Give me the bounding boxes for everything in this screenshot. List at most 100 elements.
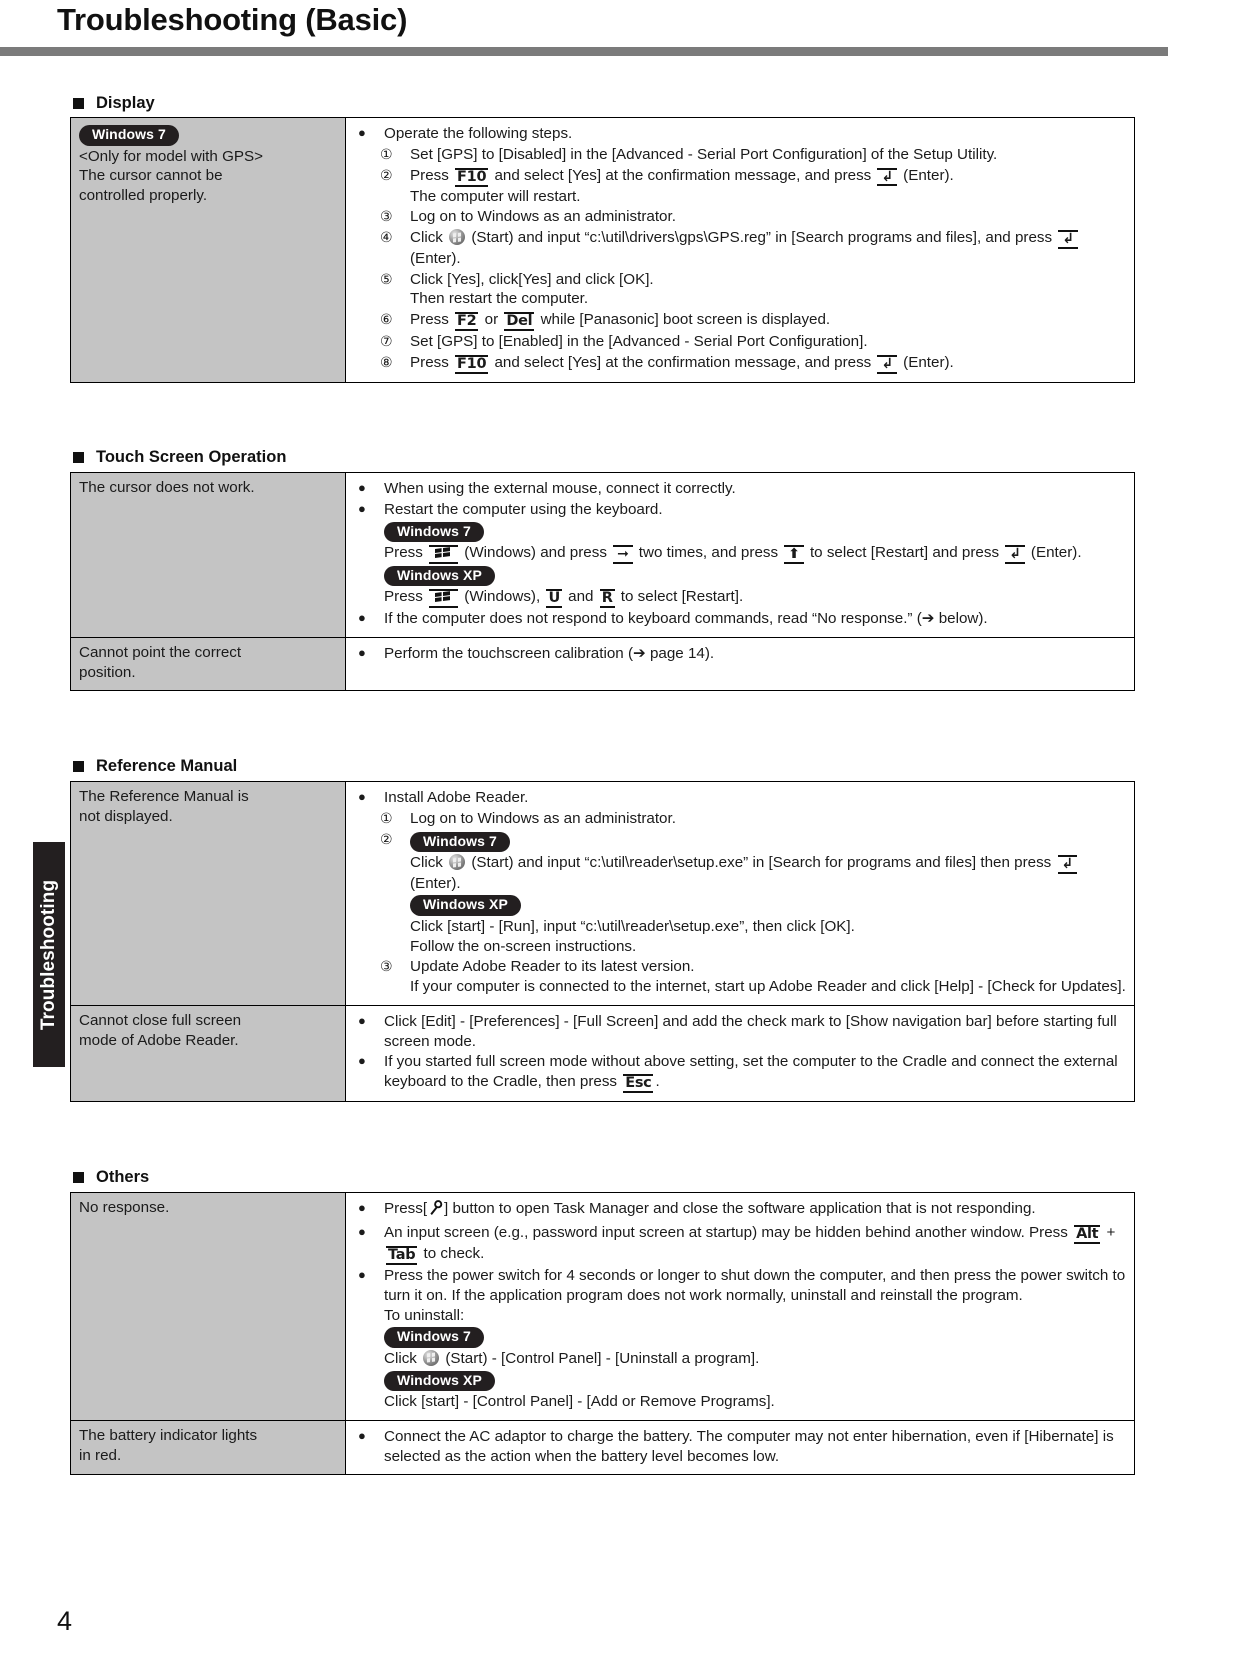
answer-text: If you started full screen mode without …: [384, 1052, 1126, 1094]
answer-text: Press the power switch for 4 seconds or …: [384, 1267, 1126, 1411]
os-badge-win7: Windows 7: [384, 1327, 484, 1348]
key-enter: ↲: [1005, 545, 1025, 564]
step-number: ⑧: [380, 354, 393, 371]
title-rule: [0, 47, 1168, 56]
os-badge-winxp: Windows XP: [384, 1370, 495, 1392]
question-cell: The cursor does not work.: [70, 471, 346, 639]
step-text: Press F10 and select [Yes] at the confir…: [410, 353, 1126, 375]
section-heading-touch-screen-operation: Touch Screen Operation: [73, 448, 286, 467]
step-number: ②: [380, 830, 393, 847]
bullet-icon: [354, 609, 384, 628]
bullet-icon: [354, 479, 384, 498]
key-f2: F2: [455, 312, 479, 332]
step-number: ③: [380, 208, 393, 225]
bullet-square-icon: [73, 761, 84, 772]
table-row: Windows 7 <Only for model with GPS> The …: [70, 116, 1135, 384]
answer-cell: Operate the following steps. ① Set [GPS]…: [345, 116, 1135, 384]
question-line: Cannot close full screen: [79, 1011, 242, 1029]
table-row: No response. Press[] button to open Task…: [70, 1192, 1135, 1421]
step-number: ⑥: [380, 311, 393, 328]
key-del: Del: [504, 312, 535, 332]
key-arrow-up: ⬆: [784, 545, 804, 564]
answer-cell: Perform the touchscreen calibration (➔ p…: [345, 637, 1135, 691]
step-text: Set [GPS] to [Enabled] in the [Advanced …: [410, 333, 868, 351]
step-text: Log on to Windows as an administrator.: [410, 208, 676, 226]
bullet-icon: [354, 788, 384, 807]
answer-text: Click [Edit] - [Preferences] - [Full Scr…: [384, 1012, 1117, 1050]
key-r: R: [599, 589, 615, 609]
section-heading-label: Reference Manual: [96, 757, 238, 775]
side-tab-label: Troubleshooting: [38, 879, 59, 1030]
table-touch-screen: The cursor does not work. When using the…: [70, 471, 1135, 691]
table-display: Windows 7 <Only for model with GPS> The …: [70, 116, 1135, 384]
section-heading-label: Display: [96, 94, 155, 112]
question-line: No response.: [79, 1199, 170, 1216]
bullet-icon: [354, 1223, 384, 1242]
answer-text: An input screen (e.g., password input sc…: [384, 1223, 1126, 1266]
question-line: not displayed.: [79, 807, 173, 825]
bullet-icon: [354, 500, 384, 519]
question-line: Cannot point the correct: [79, 644, 242, 662]
manual-page: Troubleshooting (Basic) Troubleshooting …: [0, 0, 1240, 1661]
step-number: ①: [380, 809, 393, 826]
key-alt: Alt: [1074, 1224, 1101, 1244]
question-line: The cursor cannot be: [79, 167, 223, 185]
page-number: 4: [57, 1606, 73, 1636]
question-line: The Reference Manual is: [79, 788, 249, 805]
question-line: position.: [79, 663, 136, 681]
step-text: Click [Yes], click[Yes] and click [OK]. T…: [410, 270, 654, 308]
bullet-square-icon: [73, 1172, 84, 1183]
table-row: The Reference Manual is not displayed. I…: [70, 781, 1135, 1006]
answer-cell: Connect the AC adaptor to charge the bat…: [345, 1419, 1135, 1476]
question-line: mode of Adobe Reader.: [79, 1031, 239, 1049]
question-cell: Windows 7 <Only for model with GPS> The …: [70, 116, 346, 384]
key-enter: ↲: [877, 167, 897, 187]
bullet-icon: [354, 1266, 384, 1285]
section-heading-label: Touch Screen Operation: [96, 448, 287, 466]
table-row: The battery indicator lights in red. Con…: [70, 1419, 1135, 1476]
step-text: Windows 7 Click (Start) and input “c:\ut…: [410, 830, 1126, 957]
bullet-square-icon: [73, 452, 84, 463]
table-row: Cannot point the correct position. Perfo…: [70, 637, 1135, 691]
answer-text: Restart the computer using the keyboard.…: [384, 500, 1126, 609]
answer-lead: Install Adobe Reader.: [384, 789, 529, 806]
answer-cell: When using the external mouse, connect i…: [345, 471, 1135, 639]
key-button-icon: [428, 1200, 443, 1222]
question-line: The battery indicator lights: [79, 1426, 258, 1444]
answer-text: When using the external mouse, connect i…: [384, 480, 736, 497]
step-text: Press F2 or Del while [Panasonic] boot s…: [410, 310, 1126, 332]
os-badge-win7: Windows 7: [384, 521, 484, 542]
section-heading-label: Others: [96, 1168, 150, 1186]
table-row: The cursor does not work. When using the…: [70, 471, 1135, 639]
key-enter: ↲: [1057, 855, 1077, 874]
answer-text: If the computer does not respond to keyb…: [384, 610, 988, 628]
step-text: Log on to Windows as an administrator.: [410, 809, 676, 827]
windows-start-orb-icon: [449, 854, 466, 870]
step-number: ⑤: [380, 270, 393, 287]
windows-start-orb-icon: [449, 229, 466, 246]
key-windows: [429, 589, 459, 608]
step-text: Set [GPS] to [Disabled] in the [Advanced…: [410, 145, 998, 163]
section-heading-display: Display: [73, 94, 155, 113]
bullet-icon: [354, 1012, 384, 1031]
bullet-icon: [354, 124, 384, 143]
bullet-icon: [354, 1199, 384, 1218]
question-cell: The Reference Manual is not displayed.: [70, 781, 346, 1006]
step-number: ①: [380, 145, 393, 162]
key-windows: [429, 545, 459, 564]
question-line: The cursor does not work.: [79, 479, 255, 496]
key-u: U: [546, 589, 562, 609]
step-number: ②: [380, 166, 393, 183]
answer-text: Perform the touchscreen calibration (➔ p…: [384, 645, 715, 663]
side-tab-troubleshooting: Troubleshooting: [33, 842, 65, 1067]
key-tab: Tab: [386, 1245, 418, 1266]
question-line: controlled properly.: [79, 187, 208, 204]
section-heading-reference-manual: Reference Manual: [73, 757, 237, 776]
step-text: Click (Start) and input “c:\util\drivers…: [410, 228, 1126, 268]
section-heading-others: Others: [73, 1168, 149, 1187]
answer-cell: Press[] button to open Task Manager and …: [345, 1192, 1135, 1421]
answer-text: Connect the AC adaptor to charge the bat…: [384, 1427, 1114, 1465]
table-reference-manual: The Reference Manual is not displayed. I…: [70, 781, 1135, 1103]
table-others: No response. Press[] button to open Task…: [70, 1192, 1135, 1476]
os-badge-winxp: Windows XP: [410, 895, 521, 916]
